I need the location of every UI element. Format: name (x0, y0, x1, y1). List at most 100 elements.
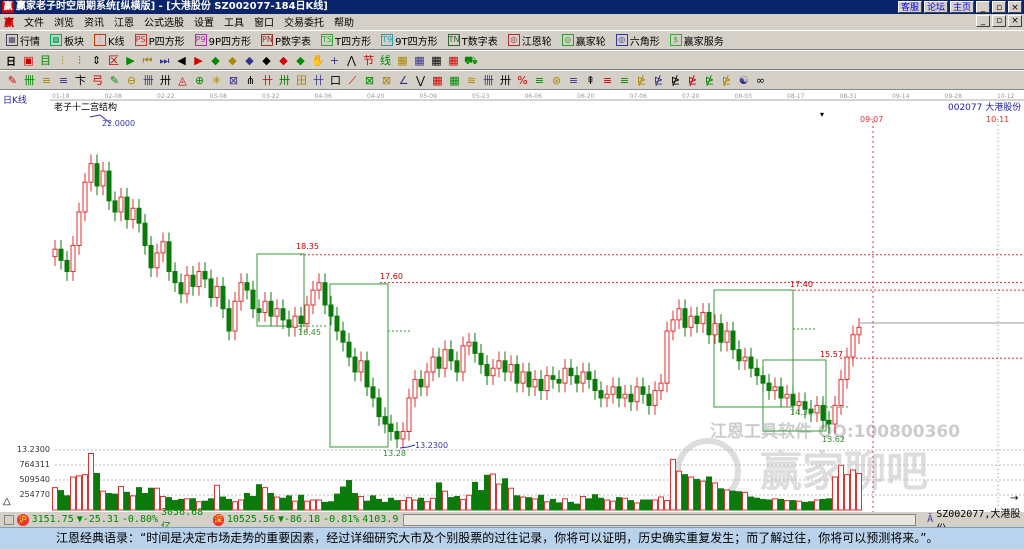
toolbar2-tool-icon-19[interactable]: ⋀ (345, 54, 358, 67)
toolbar3-tool-icon-24[interactable]: ⋁ (414, 74, 427, 87)
kline-chart[interactable]: 01-18 02-08 02-22 03-08 03-22 04-06 04-20 05-09… (0, 89, 1024, 513)
toolbar-button-12[interactable]: $ 赢家服务 (669, 33, 724, 48)
toolbar-button-9[interactable]: ◎ 江恩轮 (507, 33, 552, 48)
toolbar3-tool-icon-23[interactable]: ∠ (397, 74, 410, 87)
toolbar2-tool-icon-16[interactable]: ◆ (294, 54, 307, 67)
toolbar-button-8[interactable]: TN T数字表 (447, 33, 498, 48)
toolbar3-tool-icon-40[interactable]: ⋭ (686, 74, 699, 87)
toolbar3-tool-icon-12[interactable]: ✳ (210, 74, 223, 87)
toolbar3-tool-icon-7[interactable]: ⊖ (125, 74, 138, 87)
child-restore-button[interactable]: ▫ (992, 15, 1006, 27)
toolbar3-tool-icon-35[interactable]: ≡ (601, 74, 614, 87)
toolbar-button-5[interactable]: PN P数字表 (261, 33, 311, 48)
toolbar3-tool-icon-32[interactable]: ⊛ (550, 74, 563, 87)
toolbar-button-3[interactable]: PS P四方形 (134, 33, 185, 48)
toolbar3-tool-icon-3[interactable]: ≡ (57, 74, 70, 87)
toolbar3-tool-icon-27[interactable]: ≋ (465, 74, 478, 87)
toolbar3-tool-icon-11[interactable]: ⊕ (193, 74, 206, 87)
menu-item-0[interactable]: 文件 (24, 14, 44, 29)
toolbar2-tool-icon-17[interactable]: ✋ (311, 54, 325, 67)
toolbar3-tool-icon-5[interactable]: 弓 (91, 74, 104, 87)
link-home[interactable]: 主页 (949, 1, 974, 13)
toolbar3-tool-icon-41[interactable]: ⋭ (703, 74, 716, 87)
toolbar2-tool-icon-5[interactable]: 区 (107, 54, 120, 67)
toolbar-button-10[interactable]: ◎ 赢家轮 (561, 33, 606, 48)
toolbar3-tool-icon-8[interactable]: 卌 (142, 74, 155, 87)
child-minimize-button[interactable]: _ (976, 15, 990, 27)
toolbar3-tool-icon-20[interactable]: ⟋ (346, 74, 359, 87)
toolbar3-tool-icon-15[interactable]: 卄 (261, 74, 274, 87)
toolbar-button-2[interactable]: ⫶ K线 (94, 33, 125, 48)
toolbar-button-11[interactable]: ◎ 六角形 (615, 33, 660, 48)
toolbar2-tool-icon-4[interactable]: ⇕ (90, 54, 103, 67)
toolbar3-tool-icon-9[interactable]: 卅 (159, 74, 172, 87)
period-select[interactable]: 日 (6, 53, 16, 68)
toolbar-button-1[interactable]: ▩ 板块 (50, 33, 84, 48)
toolbar3-tool-icon-44[interactable]: ∞ (754, 74, 767, 87)
toolbar2-tool-icon-20[interactable]: 节 (362, 54, 375, 67)
toolbar-button-0[interactable]: ▦ 行情 (6, 33, 40, 48)
toolbar3-tool-icon-2[interactable]: ≡ (40, 74, 53, 87)
menu-item-5[interactable]: 设置 (194, 14, 214, 29)
toolbar2-tool-icon-6[interactable]: ▶ (124, 54, 137, 67)
toolbar2-tool-icon-15[interactable]: ◆ (277, 54, 290, 67)
close-button[interactable]: × (1008, 1, 1022, 13)
toolbar3-tool-icon-39[interactable]: ⋭ (669, 74, 682, 87)
toolbar3-tool-icon-30[interactable]: % (516, 74, 529, 87)
toolbar2-tool-icon-12[interactable]: ◆ (226, 54, 239, 67)
toolbar2-tool-icon-7[interactable]: ⏮ (141, 54, 154, 67)
link-forum[interactable]: 论坛 (923, 1, 948, 13)
toolbar2-tool-icon-3[interactable]: ⫶ (73, 54, 86, 67)
toolbar2-tool-icon-0[interactable]: ▣ (22, 54, 35, 67)
toolbar3-tool-icon-14[interactable]: ⋔ (244, 74, 257, 87)
toolbar2-tool-icon-24[interactable]: ▦ (430, 54, 443, 67)
toolbar2-tool-icon-26[interactable]: ⛟ (464, 54, 478, 67)
menu-item-1[interactable]: 浏览 (54, 14, 74, 29)
toolbar3-tool-icon-13[interactable]: ⊠ (227, 74, 240, 87)
menu-item-7[interactable]: 窗口 (254, 14, 274, 29)
restore-button[interactable]: ▫ (992, 1, 1006, 13)
toolbar2-tool-icon-21[interactable]: 线 (379, 54, 392, 67)
menu-item-6[interactable]: 工具 (224, 14, 244, 29)
toolbar2-tool-icon-11[interactable]: ◆ (209, 54, 222, 67)
toolbar3-tool-icon-28[interactable]: 卌 (482, 74, 495, 87)
toolbar3-tool-icon-1[interactable]: 卌 (23, 74, 36, 87)
minimize-button[interactable]: _ (976, 1, 990, 13)
toolbar2-tool-icon-1[interactable]: 目 (39, 54, 52, 67)
toolbar3-tool-icon-6[interactable]: ✎ (108, 74, 121, 87)
toolbar2-tool-icon-13[interactable]: ◆ (243, 54, 256, 67)
toolbar3-tool-icon-4[interactable]: 卞 (74, 74, 87, 87)
toolbar3-tool-icon-34[interactable]: ⇞ (584, 74, 597, 87)
horizontal-scrollbar[interactable] (403, 513, 917, 526)
toolbar3-tool-icon-37[interactable]: ⋭ (635, 74, 648, 87)
toolbar3-tool-icon-31[interactable]: ≡ (533, 74, 546, 87)
toolbar3-tool-icon-29[interactable]: 卅 (499, 74, 512, 87)
menu-item-2[interactable]: 资讯 (84, 14, 104, 29)
toolbar3-tool-icon-17[interactable]: 田 (295, 74, 308, 87)
toolbar3-tool-icon-26[interactable]: ▦ (448, 74, 461, 87)
toolbar2-tool-icon-8[interactable]: ⏭ (158, 54, 171, 67)
menu-item-4[interactable]: 公式选股 (144, 14, 184, 29)
toolbar2-tool-icon-9[interactable]: ◀ (175, 54, 188, 67)
toolbar2-tool-icon-10[interactable]: ▶ (192, 54, 205, 67)
toolbar3-tool-icon-0[interactable]: ✎ (6, 74, 19, 87)
chart-svg[interactable]: 01-18 02-08 02-22 03-08 03-22 04-06 04-20 05-09… (0, 90, 1024, 513)
toolbar2-tool-icon-22[interactable]: ▦ (396, 54, 409, 67)
calculator-icon[interactable] (4, 514, 15, 525)
toolbar3-tool-icon-16[interactable]: 卅 (278, 74, 291, 87)
toolbar3-tool-icon-38[interactable]: ⋭ (652, 74, 665, 87)
toolbar3-tool-icon-18[interactable]: 卄 (312, 74, 325, 87)
toolbar3-tool-icon-43[interactable]: ☯ (737, 74, 750, 87)
toolbar3-tool-icon-36[interactable]: ≡ (618, 74, 631, 87)
menu-item-9[interactable]: 帮助 (334, 14, 354, 29)
toolbar2-tool-icon-2[interactable]: ⫶ (56, 54, 69, 67)
toolbar3-tool-icon-33[interactable]: ≡ (567, 74, 580, 87)
toolbar3-tool-icon-25[interactable]: ▦ (431, 74, 444, 87)
toolbar3-tool-icon-42[interactable]: ⋭ (720, 74, 733, 87)
link-support[interactable]: 客服 (897, 1, 922, 13)
toolbar-button-7[interactable]: T9 9T四方形 (381, 33, 438, 48)
toolbar3-tool-icon-22[interactable]: ⊠ (380, 74, 393, 87)
menu-item-8[interactable]: 交易委托 (284, 14, 324, 29)
toolbar3-tool-icon-21[interactable]: ⊠ (363, 74, 376, 87)
toolbar2-tool-icon-23[interactable]: ▦ (413, 54, 426, 67)
